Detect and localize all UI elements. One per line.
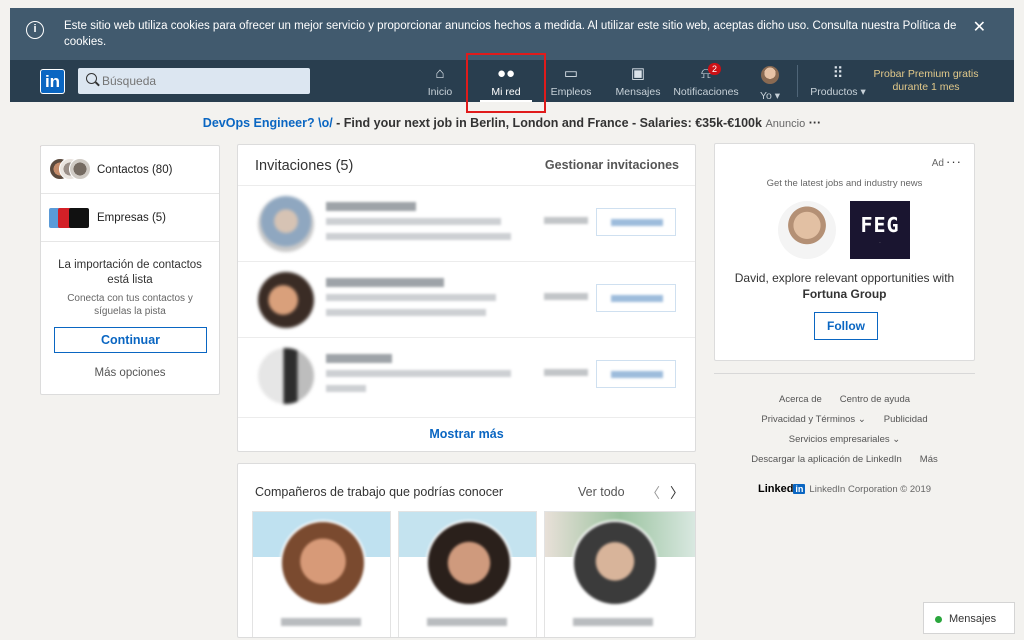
- ad-subtitle: Get the latest jobs and industry news: [766, 178, 923, 189]
- ad-message: David, explore relevant opportunities wi…: [734, 271, 955, 301]
- grid-icon: ⠿: [832, 65, 844, 82]
- accept-button[interactable]: [596, 208, 676, 236]
- company-logo[interactable]: FEG ·: [850, 201, 910, 259]
- search-icon: [86, 73, 97, 84]
- more-options-link[interactable]: Más opciones: [41, 367, 219, 379]
- invitations-title: Invitaciones (5): [255, 158, 354, 174]
- nav-jobs[interactable]: ▭ Empleos: [546, 60, 596, 102]
- ad-tag: Anuncio: [765, 118, 806, 130]
- companies-label: Empresas (5): [97, 212, 167, 224]
- accept-button[interactable]: [596, 360, 676, 388]
- ad-text[interactable]: - Find your next job in Berlin, London a…: [333, 116, 762, 130]
- premium-trial-link[interactable]: Probar Premium gratis durante 1 mes: [870, 68, 982, 94]
- invitations-card: Invitaciones (5) Gestionar invitaciones …: [237, 144, 696, 452]
- person-card[interactable]: [398, 511, 537, 637]
- network-sidebar: Contactos (80) Empresas (5) La importaci…: [40, 145, 220, 395]
- cookie-banner: i Este sitio web utiliza cookies para of…: [10, 8, 1014, 60]
- person-name[interactable]: [573, 618, 653, 626]
- contacts-label: Contactos (80): [97, 164, 173, 176]
- footer-link-more[interactable]: Más: [920, 454, 938, 465]
- ignore-button[interactable]: [544, 293, 588, 300]
- contacts-avatars: [49, 158, 93, 182]
- footer-row: Privacidad y Términos ⌄ Publicidad: [714, 414, 975, 425]
- person-card[interactable]: [252, 511, 391, 637]
- invitation-avatar[interactable]: [258, 348, 314, 404]
- invitation-row[interactable]: [238, 337, 695, 413]
- import-title: La importación de contactos está lista: [58, 259, 202, 286]
- sponsored-ad-card: Ad ··· Get the latest jobs and industry …: [714, 143, 975, 361]
- import-subtitle: Conecta con tus contactos y síguelas la …: [67, 293, 193, 317]
- invitation-row[interactable]: [238, 185, 695, 261]
- coworkers-card: Compañeros de trabajo que podrías conoce…: [237, 463, 696, 638]
- more-options-icon[interactable]: ···: [809, 116, 822, 130]
- search-input[interactable]: [102, 68, 302, 94]
- footer-row: Acerca de Centro de ayuda: [714, 394, 975, 405]
- ad-label: Ad: [931, 158, 944, 169]
- see-all-link[interactable]: Ver todo: [578, 485, 625, 499]
- footer-link-advertising[interactable]: Publicidad: [884, 414, 928, 425]
- ad-link[interactable]: DevOps Engineer? \o/: [203, 116, 333, 130]
- chevron-right-icon[interactable]: 〉: [670, 483, 684, 503]
- nav-me[interactable]: Yo ▾: [752, 60, 788, 102]
- people-icon: ●●: [496, 65, 516, 82]
- accept-button[interactable]: [596, 284, 676, 312]
- ignore-button[interactable]: [544, 217, 588, 224]
- info-icon: i: [26, 21, 44, 39]
- nav-my-network[interactable]: ●● Mi red: [480, 60, 532, 102]
- home-icon: ⌂: [435, 65, 445, 82]
- messaging-tab[interactable]: Mensajes: [923, 602, 1015, 634]
- user-photo: [778, 201, 836, 259]
- ignore-button[interactable]: [544, 369, 588, 376]
- invitation-avatar[interactable]: [258, 272, 314, 328]
- nav-divider: [797, 65, 798, 97]
- person-card[interactable]: [544, 511, 695, 637]
- invitation-avatar[interactable]: [258, 196, 314, 252]
- follow-button[interactable]: Follow: [814, 312, 878, 340]
- contacts-link[interactable]: Contactos (80): [41, 146, 219, 194]
- manage-invitations-link[interactable]: Gestionar invitaciones: [545, 158, 679, 172]
- close-icon[interactable]: ✕: [973, 20, 986, 36]
- linkedin-logo[interactable]: in: [40, 69, 65, 94]
- footer-link-about[interactable]: Acerca de: [779, 394, 822, 405]
- footer-link-privacy[interactable]: Privacidad y Términos ⌄: [761, 414, 865, 425]
- nav-notifications[interactable]: ⍾ 2 Notificaciones: [672, 60, 740, 102]
- person-name[interactable]: [427, 618, 507, 626]
- avatar: [761, 66, 779, 84]
- coworkers-title: Compañeros de trabajo que podrías conoce…: [255, 485, 504, 499]
- nav-home[interactable]: ⌂ Inicio: [418, 60, 462, 102]
- person-name[interactable]: [281, 618, 361, 626]
- footer-row: Servicios empresariales ⌄: [714, 434, 975, 445]
- footer-link-app[interactable]: Descargar la aplicación de LinkedIn: [751, 454, 902, 465]
- top-nav: in ⌂ Inicio ●● Mi red ▭ Empleos ▣ Mensaj…: [10, 60, 1014, 102]
- cookie-text: Este sitio web utiliza cookies para ofre…: [64, 20, 957, 48]
- bell-icon: ⍾: [701, 65, 711, 82]
- footer: Acerca de Centro de ayuda Privacidad y Té…: [714, 373, 975, 495]
- messages-icon: ▣: [630, 65, 646, 82]
- person-avatar[interactable]: [426, 520, 512, 606]
- footer-link-business[interactable]: Servicios empresariales ⌄: [789, 434, 900, 445]
- briefcase-icon: ▭: [563, 65, 579, 82]
- person-avatar[interactable]: [572, 520, 658, 606]
- footer-brand: Linked in LinkedIn Corporation © 2019: [757, 483, 932, 495]
- company-logos: [49, 206, 93, 230]
- search-box[interactable]: [78, 68, 310, 94]
- nav-products[interactable]: ⠿ Productos ▾: [806, 60, 870, 102]
- sponsored-ad-line: DevOps Engineer? \o/ - Find your next jo…: [0, 116, 1024, 130]
- nav-messages[interactable]: ▣ Mensajes: [610, 60, 666, 102]
- continue-button[interactable]: Continuar: [54, 327, 207, 353]
- import-contacts-section: La importación de contactos está lista C…: [41, 258, 219, 318]
- companies-link[interactable]: Empresas (5): [41, 194, 219, 242]
- person-avatar[interactable]: [280, 520, 366, 606]
- show-more-button[interactable]: Mostrar más: [238, 417, 695, 451]
- invitation-row[interactable]: [238, 261, 695, 337]
- footer-link-help[interactable]: Centro de ayuda: [840, 394, 910, 405]
- chevron-left-icon[interactable]: 〈: [646, 483, 660, 503]
- footer-row: Descargar la aplicación de LinkedIn Más: [714, 454, 975, 465]
- more-options-icon[interactable]: ···: [946, 154, 962, 169]
- notification-badge: 2: [708, 63, 722, 75]
